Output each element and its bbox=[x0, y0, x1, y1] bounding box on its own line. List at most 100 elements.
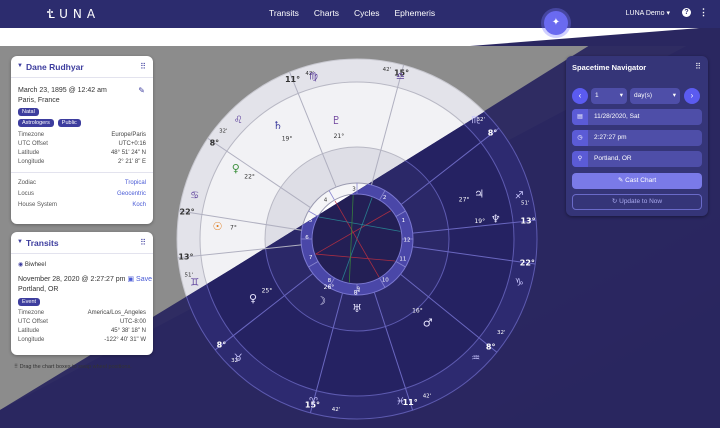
setting-house-system[interactable]: House System Koch bbox=[11, 200, 153, 211]
tag-public[interactable]: Public bbox=[57, 119, 81, 127]
planet-glyph: ☽ bbox=[316, 294, 326, 307]
zodiac-sign-glyph: ♋ bbox=[190, 191, 199, 202]
cusp-degree-label: 32' bbox=[219, 128, 228, 134]
spacetime-navigator-card[interactable]: Spacetime Navigator ⠿ ‹ 1 ▾ day(s) ▾ › ▤ 11… bbox=[566, 56, 708, 216]
edit-pencil-icon[interactable]: ✎ bbox=[138, 86, 145, 95]
date-field[interactable]: ▤ 11/28/2020, Sat bbox=[572, 109, 702, 125]
save-button[interactable]: ▣ Save bbox=[127, 276, 152, 283]
cusp-degree-label: 8° bbox=[488, 129, 498, 138]
update-to-now-button[interactable]: ↻ Update to Now bbox=[572, 194, 702, 210]
cusp-degree-label: 22° bbox=[180, 208, 195, 217]
cusp-degree-label: 51' bbox=[521, 201, 530, 207]
cusp-degree-label: 42' bbox=[383, 67, 392, 73]
biwheel-label: ◉ Biwheel bbox=[18, 262, 46, 268]
planet-degree-label: 26° bbox=[324, 284, 335, 291]
tag-natal[interactable]: Natal bbox=[18, 108, 39, 116]
transit-date: November 28, 2020 @ 2:27:27 pm bbox=[18, 276, 126, 283]
transit-row-longitude: Longitude -122° 40' 31" W bbox=[18, 337, 146, 343]
planet-glyph: ♅ bbox=[352, 302, 362, 315]
natal-row-utc: UTC Offset UTC+0:16 bbox=[18, 141, 146, 147]
planet-degree-label: 8° bbox=[354, 290, 361, 297]
drag-handle-icon[interactable]: ⠿ bbox=[695, 62, 701, 71]
house-number: 1 bbox=[402, 218, 406, 224]
tag-astrologers[interactable]: Astrologers bbox=[18, 119, 54, 127]
house-number: 6 bbox=[305, 235, 309, 241]
zodiac-sign-glyph: ♉ bbox=[234, 353, 243, 364]
natal-row-latitude: Latitude 48° 51' 24" N bbox=[18, 150, 146, 156]
cusp-degree-label: 8° bbox=[210, 138, 220, 147]
natal-row-longitude: Longitude 2° 21' 8" E bbox=[18, 159, 146, 165]
natal-card-header[interactable]: ▼ Dane Rudhyar ⠿ bbox=[11, 56, 153, 78]
refresh-icon: ↻ bbox=[611, 198, 618, 205]
wand-icon: ✎ bbox=[617, 177, 624, 184]
zodiac-sign-glyph: ♒ bbox=[471, 353, 480, 364]
natal-place: Paris, France bbox=[18, 97, 60, 104]
cusp-degree-label: 32' bbox=[497, 330, 506, 336]
natal-chart-card[interactable]: ▼ Dane Rudhyar ⠿ March 23, 1895 @ 12:42 … bbox=[11, 56, 153, 224]
cusp-degree-label: 8° bbox=[217, 340, 227, 349]
clock-icon: ◷ bbox=[572, 130, 588, 146]
zodiac-sign-glyph: ♎ bbox=[396, 72, 405, 83]
planet-degree-label: 19° bbox=[282, 136, 293, 143]
drag-handle-icon[interactable]: ⠿ bbox=[140, 238, 146, 247]
zodiac-sign-glyph: ♌ bbox=[234, 115, 243, 126]
transit-date-row: November 28, 2020 @ 2:27:27 pm ▣ Save bbox=[11, 275, 153, 285]
house-number: 3 bbox=[352, 187, 356, 193]
cusp-degree-label: 42' bbox=[332, 407, 341, 413]
house-number: 11 bbox=[399, 256, 406, 262]
planet-degree-label: 19° bbox=[474, 218, 485, 225]
transits-card[interactable]: ▼ Transits ⠿ ◉ Biwheel November 28, 2020… bbox=[11, 232, 153, 355]
location-pin-icon: ⚲ bbox=[572, 151, 588, 167]
planet-glyph: ♆ bbox=[491, 213, 501, 226]
zodiac-sign-glyph: ♏ bbox=[471, 115, 480, 126]
zodiac-sign-glyph: ♍ bbox=[309, 72, 318, 83]
planet-degree-label: 16° bbox=[412, 308, 423, 315]
place-field[interactable]: ⚲ Portland, OR bbox=[572, 151, 702, 167]
time-field[interactable]: ◷ 2:27:27 pm bbox=[572, 130, 702, 146]
drag-handle-icon: ⠿ bbox=[14, 364, 19, 370]
step-back-button[interactable]: ‹ bbox=[572, 88, 588, 104]
center-fab-button[interactable]: ✦ bbox=[544, 11, 568, 35]
cast-chart-button[interactable]: ✎ Cast Chart bbox=[572, 173, 702, 189]
transits-card-header[interactable]: ▼ Transits ⠿ bbox=[11, 232, 153, 254]
setting-locus[interactable]: Locus Geocentric bbox=[11, 189, 153, 200]
navigator-title: Spacetime Navigator bbox=[572, 63, 647, 72]
zodiac-sign-glyph: ♊ bbox=[190, 277, 199, 288]
planet-degree-label: 21° bbox=[334, 133, 345, 140]
chevron-down-icon[interactable]: ▼ bbox=[17, 239, 23, 245]
biwheel-icon: ◉ bbox=[18, 262, 24, 268]
planet-glyph: ♀ bbox=[232, 162, 240, 175]
house-number: 2 bbox=[383, 195, 387, 201]
step-value-select[interactable]: 1 ▾ bbox=[591, 88, 627, 104]
natal-date: March 23, 1895 @ 12:42 am bbox=[18, 87, 107, 94]
cusp-degree-label: 22° bbox=[520, 258, 535, 267]
cusp-degree-label: 42' bbox=[423, 394, 432, 400]
planet-glyph: ♃ bbox=[474, 188, 484, 201]
drag-handle-icon[interactable]: ⠿ bbox=[140, 62, 146, 71]
planet-degree-label: 7° bbox=[230, 225, 237, 232]
setting-zodiac[interactable]: Zodiac Tropical bbox=[11, 178, 153, 189]
natal-card-title: Dane Rudhyar bbox=[26, 62, 84, 72]
transit-row-timezone: Timezone America/Los_Angeles bbox=[18, 310, 146, 316]
planet-degree-label: 27° bbox=[459, 197, 470, 204]
planet-glyph: ☉ bbox=[213, 220, 223, 233]
caret-down-icon: ▾ bbox=[672, 92, 676, 99]
house-number: 10 bbox=[382, 278, 389, 284]
zodiac-sign-glyph: ♈ bbox=[309, 396, 318, 407]
cusp-degree-label: 13° bbox=[178, 252, 193, 261]
tag-event[interactable]: Event bbox=[18, 298, 41, 306]
transit-place: Portland, OR bbox=[18, 286, 59, 293]
planet-glyph: ♇ bbox=[331, 114, 341, 127]
transits-card-title: Transits bbox=[26, 238, 59, 248]
zodiac-sign-glyph: ♐ bbox=[515, 191, 524, 202]
zodiac-sign-glyph: ♓ bbox=[396, 396, 405, 407]
natal-row-timezone: Timezone Europe/Paris bbox=[18, 132, 146, 138]
transit-row-latitude: Latitude 45° 38' 18" N bbox=[18, 328, 146, 334]
house-number: 12 bbox=[403, 237, 410, 243]
step-unit-select[interactable]: day(s) ▾ bbox=[630, 88, 680, 104]
house-number: 5 bbox=[309, 218, 313, 224]
step-forward-button[interactable]: › bbox=[684, 88, 700, 104]
cusp-degree-label: 13° bbox=[520, 217, 535, 226]
chevron-down-icon[interactable]: ▼ bbox=[17, 63, 23, 69]
house-number: 7 bbox=[309, 255, 313, 261]
